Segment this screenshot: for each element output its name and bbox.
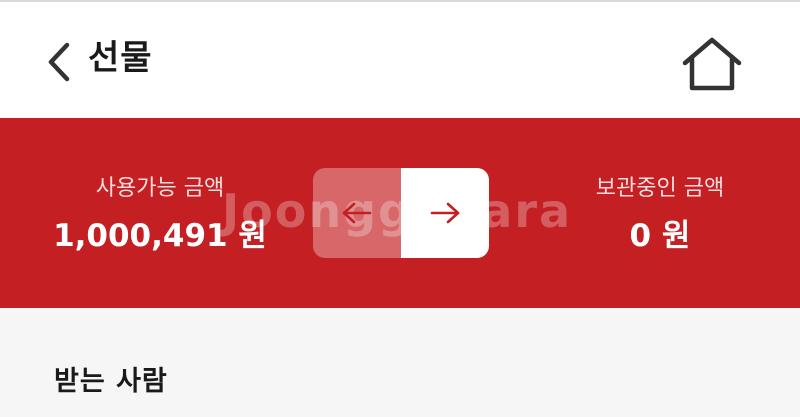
balance-banner: Joonggonara 사용가능 금액 1,000,491 원 보관중인 금액 … (0, 118, 800, 308)
recipient-section-title: 받는 사람 (54, 366, 168, 397)
move-to-available-button[interactable] (313, 168, 401, 258)
arrow-left-icon (342, 202, 372, 224)
home-button[interactable] (678, 32, 746, 96)
page-title: 선물 (88, 38, 153, 78)
available-balance: 사용가능 금액 1,000,491 원 (40, 174, 280, 256)
move-to-storage-button[interactable] (401, 168, 489, 258)
available-balance-value: 1,000,491 원 (53, 218, 267, 254)
stored-balance-label: 보관중인 금액 (595, 176, 725, 201)
available-balance-label: 사용가능 금액 (95, 176, 225, 201)
back-button[interactable] (38, 38, 78, 86)
transfer-toggle (313, 168, 489, 258)
app-header: 선물 (0, 2, 800, 118)
home-icon (682, 37, 742, 91)
arrow-right-icon (430, 202, 460, 224)
stored-balance-value: 0 원 (629, 218, 691, 254)
recipient-section: 받는 사람 (0, 308, 800, 417)
stored-balance: 보관중인 금액 0 원 (540, 174, 780, 256)
chevron-left-icon (48, 42, 70, 82)
